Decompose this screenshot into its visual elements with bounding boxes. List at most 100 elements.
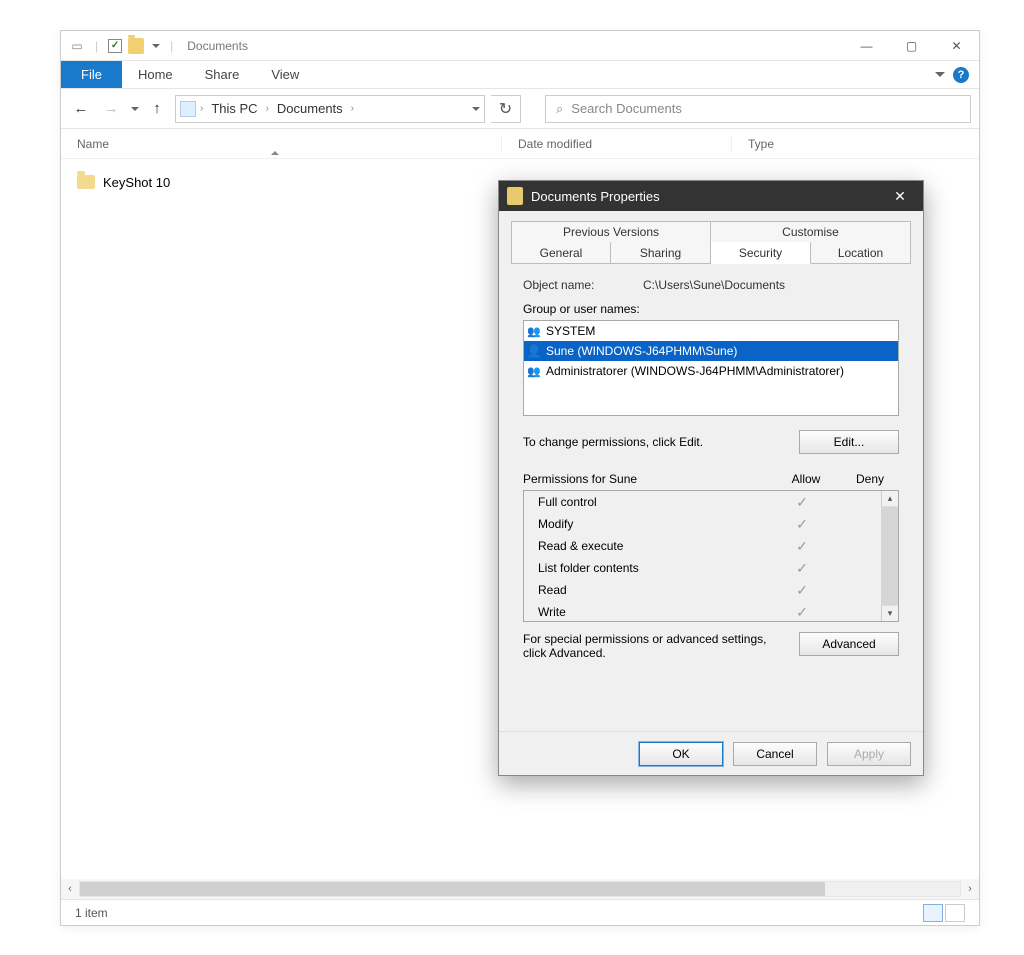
scroll-thumb[interactable] <box>881 507 898 605</box>
folder-icon <box>77 175 95 189</box>
column-date-modified[interactable]: Date modified <box>501 137 731 151</box>
breadcrumb-thispc[interactable]: This PC <box>207 101 261 116</box>
vertical-scrollbar[interactable]: ▴ ▾ <box>881 491 898 621</box>
chevron-right-icon: › <box>349 103 356 114</box>
user-row[interactable]: SYSTEM <box>524 321 898 341</box>
horizontal-scrollbar[interactable]: ‹ › <box>61 879 979 899</box>
allow-check-icon: ✓ <box>767 494 837 511</box>
user-name: Sune (WINDOWS-J64PHMM\Sune) <box>546 344 737 358</box>
edit-button[interactable]: Edit... <box>799 430 899 454</box>
scroll-up-icon[interactable]: ▴ <box>882 491 898 507</box>
edit-hint: To change permissions, click Edit. <box>523 435 703 449</box>
group-users-label: Group or user names: <box>523 302 899 316</box>
address-history-icon[interactable] <box>472 107 480 111</box>
document-icon: ▭ <box>69 38 85 54</box>
file-tab[interactable]: File <box>61 61 122 88</box>
view-tab[interactable]: View <box>255 67 315 82</box>
allow-check-icon: ✓ <box>767 516 837 533</box>
maximize-button[interactable]: ▢ <box>889 31 934 61</box>
security-panel: Object name: C:\Users\Sune\Documents Gro… <box>511 264 911 721</box>
allow-header: Allow <box>771 472 841 486</box>
tab-location[interactable]: Location <box>811 242 911 264</box>
file-name: KeyShot 10 <box>103 175 170 190</box>
advanced-hint: For special permissions or advanced sett… <box>523 632 799 660</box>
search-input[interactable]: ⌕ Search Documents <box>545 95 971 123</box>
share-tab[interactable]: Share <box>189 67 256 82</box>
ok-button[interactable]: OK <box>639 742 723 766</box>
properties-dialog: Documents Properties ✕ Previous Versions… <box>498 180 924 776</box>
permission-row: List folder contents✓ <box>524 557 881 579</box>
minimize-button[interactable]: — <box>844 31 889 61</box>
sort-ascending-icon <box>271 151 279 155</box>
search-placeholder: Search Documents <box>571 101 682 116</box>
user-name: SYSTEM <box>546 324 595 338</box>
column-headers: Name Date modified Type <box>61 129 979 159</box>
tab-strip: Previous Versions Customise General Shar… <box>511 221 911 264</box>
permission-name: Write <box>538 605 767 619</box>
help-icon[interactable]: ? <box>953 67 969 83</box>
user-row[interactable]: Administratorer (WINDOWS-J64PHMM\Adminis… <box>524 361 898 381</box>
user-row[interactable]: Sune (WINDOWS-J64PHMM\Sune) <box>524 341 898 361</box>
permission-name: Read & execute <box>538 539 767 553</box>
tab-previous-versions[interactable]: Previous Versions <box>511 221 711 243</box>
column-name[interactable]: Name <box>61 137 501 151</box>
forward-button[interactable]: → <box>99 97 123 121</box>
scroll-right-icon[interactable]: › <box>961 880 979 898</box>
details-view-icon[interactable] <box>923 904 943 922</box>
home-tab[interactable]: Home <box>122 67 189 82</box>
refresh-button[interactable]: ↻ <box>491 95 521 123</box>
dialog-buttons: OK Cancel Apply <box>499 731 923 775</box>
dialog-title: Documents Properties <box>531 189 660 204</box>
permission-row: Write✓ <box>524 601 881 621</box>
user-icon <box>526 343 542 359</box>
user-list[interactable]: SYSTEM Sune (WINDOWS-J64PHMM\Sune) Adminis… <box>523 320 899 416</box>
dialog-titlebar[interactable]: Documents Properties ✕ <box>499 181 923 211</box>
allow-check-icon: ✓ <box>767 582 837 599</box>
permission-name: Full control <box>538 495 767 509</box>
scroll-left-icon[interactable]: ‹ <box>61 880 79 898</box>
history-dropdown-icon[interactable] <box>131 107 139 111</box>
chevron-right-icon: › <box>198 103 205 114</box>
deny-header: Deny <box>841 472 899 486</box>
tab-general[interactable]: General <box>511 242 611 264</box>
address-bar[interactable]: › This PC › Documents › <box>175 95 485 123</box>
group-icon <box>526 363 542 379</box>
scroll-thumb[interactable] <box>80 882 825 896</box>
close-icon[interactable]: ✕ <box>885 181 915 211</box>
titlebar: ▭ | ✓ | Documents — ▢ ✕ <box>61 31 979 61</box>
up-button[interactable]: ↑ <box>145 97 169 121</box>
cancel-button[interactable]: Cancel <box>733 742 817 766</box>
column-type[interactable]: Type <box>731 137 979 151</box>
chevron-right-icon: › <box>264 103 271 114</box>
advanced-button[interactable]: Advanced <box>799 632 899 656</box>
permission-row: Full control✓ <box>524 491 881 513</box>
ribbon-tabs: File Home Share View ? <box>61 61 979 89</box>
item-count: 1 item <box>75 906 108 920</box>
large-icons-view-icon[interactable] <box>945 904 965 922</box>
allow-check-icon: ✓ <box>767 560 837 577</box>
allow-check-icon: ✓ <box>767 604 837 621</box>
back-button[interactable]: ← <box>69 97 93 121</box>
window-title: Documents <box>187 39 248 53</box>
permission-name: Modify <box>538 517 767 531</box>
permissions-for-label: Permissions for Sune <box>523 472 771 486</box>
tab-sharing[interactable]: Sharing <box>611 242 711 264</box>
search-icon: ⌕ <box>556 101 563 117</box>
allow-check-icon: ✓ <box>767 538 837 555</box>
tab-customise[interactable]: Customise <box>711 221 911 243</box>
object-name-value: C:\Users\Sune\Documents <box>643 278 785 292</box>
apply-button[interactable]: Apply <box>827 742 911 766</box>
close-button[interactable]: ✕ <box>934 31 979 61</box>
permission-row: Read✓ <box>524 579 881 601</box>
folder-icon <box>128 38 144 54</box>
breadcrumb-documents[interactable]: Documents <box>273 101 347 116</box>
scroll-down-icon[interactable]: ▾ <box>882 605 898 621</box>
location-icon <box>180 101 196 117</box>
group-icon <box>526 323 542 339</box>
scroll-track[interactable] <box>79 881 961 897</box>
permission-name: List folder contents <box>538 561 767 575</box>
tab-security[interactable]: Security <box>711 242 811 264</box>
permission-name: Read <box>538 583 767 597</box>
ribbon-collapse-icon[interactable] <box>935 72 945 77</box>
chevron-down-icon[interactable] <box>152 44 160 48</box>
